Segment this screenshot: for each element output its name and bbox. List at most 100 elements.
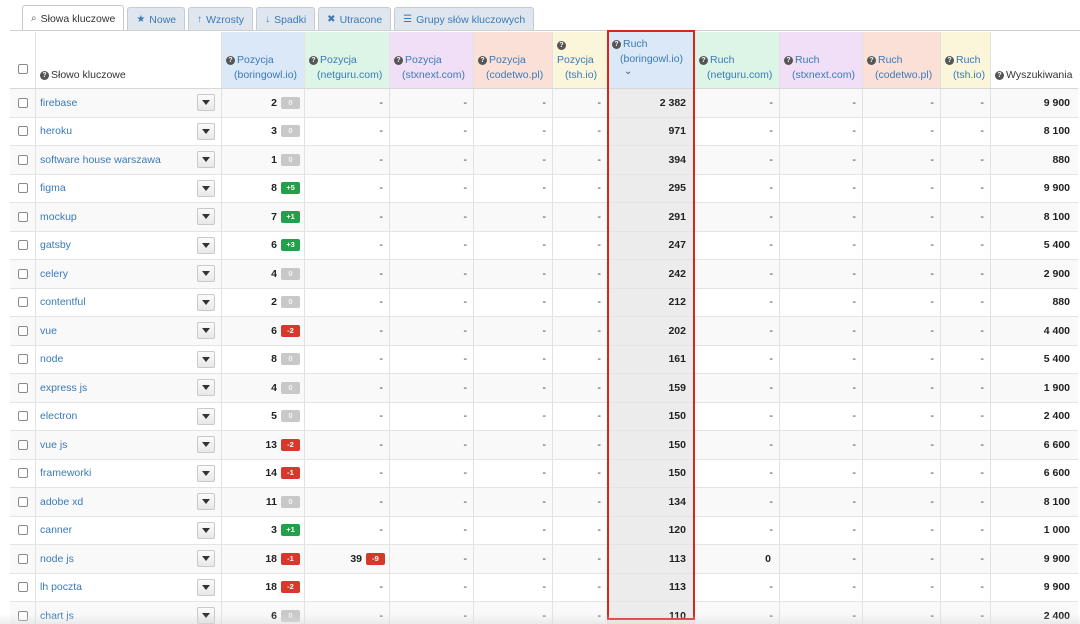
- select-all-checkbox[interactable]: [17, 64, 28, 74]
- header-searches[interactable]: ? Wyszukiwania: [990, 32, 1078, 88]
- chevron-down-icon[interactable]: [197, 122, 215, 140]
- header-pos-tsh[interactable]: ?Pozycja (tsh.io): [552, 32, 607, 88]
- chevron-down-icon[interactable]: [197, 436, 215, 453]
- table-row[interactable]: vue 6 -2 - - - - 202 - - - - 4 400: [10, 317, 1078, 346]
- chevron-down-icon[interactable]: [197, 322, 215, 339]
- keyword-link[interactable]: electron: [36, 410, 77, 422]
- header-pos-boringowl[interactable]: ? Pozycja (boringowl.io): [221, 32, 304, 88]
- chevron-down-icon[interactable]: [197, 179, 215, 197]
- chevron-down-icon[interactable]: [197, 350, 215, 368]
- keyword-link[interactable]: gatsby: [36, 239, 71, 251]
- tab-4[interactable]: ✖ Utracone: [318, 7, 392, 31]
- help-icon[interactable]: ?: [699, 56, 708, 65]
- help-icon[interactable]: ?: [612, 40, 621, 49]
- header-pos-stxnext[interactable]: ? Pozycja (stxnext.com): [389, 32, 473, 88]
- table-row[interactable]: node js 18 -1 39 -9 - - - 113 0 - - - 9 90…: [10, 545, 1078, 574]
- chevron-down-icon[interactable]: [197, 94, 215, 111]
- row-checkbox[interactable]: [17, 582, 28, 593]
- row-checkbox[interactable]: [17, 553, 28, 564]
- chevron-down-icon[interactable]: [197, 379, 215, 396]
- table-row[interactable]: software house warszawa 10 - - - - 394 -…: [10, 146, 1078, 175]
- keyword-link[interactable]: vue: [36, 325, 57, 337]
- keyword-link[interactable]: frameworki: [36, 467, 91, 479]
- chevron-down-icon[interactable]: [197, 578, 215, 596]
- table-row[interactable]: lh poczta 18 -2 - - - - 113 - - - - 9 900: [10, 573, 1078, 602]
- header-traffic-stxnext[interactable]: ? Ruch (stxnext.com): [779, 32, 862, 88]
- row-checkbox[interactable]: [17, 525, 28, 536]
- row-checkbox[interactable]: [17, 211, 28, 222]
- chevron-down-icon[interactable]: [197, 493, 215, 510]
- row-checkbox[interactable]: [17, 325, 28, 336]
- chevron-down-icon[interactable]: [197, 236, 215, 254]
- chevron-down-icon[interactable]: [197, 151, 215, 168]
- chevron-down-icon[interactable]: [197, 293, 215, 311]
- help-icon[interactable]: ?: [784, 56, 793, 65]
- keyword-link[interactable]: figma: [36, 182, 66, 194]
- table-row[interactable]: firebase 20 - - - - 2 382 - - - - 9 900: [10, 89, 1078, 118]
- help-icon[interactable]: ?: [478, 56, 487, 65]
- table-row[interactable]: heroku 30 - - - - 971 - - - - 8 100: [10, 117, 1078, 146]
- help-icon[interactable]: ?: [394, 56, 403, 65]
- row-checkbox[interactable]: [17, 354, 28, 365]
- row-checkbox[interactable]: [17, 183, 28, 194]
- chevron-down-icon[interactable]: [197, 521, 215, 539]
- chevron-down-icon[interactable]: [197, 208, 215, 225]
- keyword-link[interactable]: celery: [36, 268, 68, 280]
- table-row[interactable]: frameworki 14 -1 - - - - 150 - - - - 6 60…: [10, 459, 1078, 488]
- header-keyword[interactable]: ? Słowo kluczowe: [35, 32, 221, 88]
- help-icon[interactable]: ?: [557, 41, 566, 50]
- table-row[interactable]: chart js 60 - - - - 110 - - - - 2 400: [10, 602, 1078, 624]
- row-checkbox[interactable]: [17, 496, 28, 507]
- row-checkbox[interactable]: [17, 468, 28, 479]
- row-checkbox[interactable]: [17, 97, 28, 108]
- row-checkbox[interactable]: [17, 240, 28, 251]
- chevron-down-icon[interactable]: [197, 550, 215, 567]
- keyword-link[interactable]: node: [36, 353, 63, 365]
- header-traffic-boringowl[interactable]: ? Ruch (boringowl.io) ⌄: [607, 32, 694, 88]
- header-pos-codetwo[interactable]: ? Pozycja (codetwo.pl): [473, 32, 552, 88]
- help-icon[interactable]: ?: [40, 71, 49, 80]
- keyword-link[interactable]: software house warszawa: [36, 154, 161, 166]
- table-row[interactable]: contentful 20 - - - - 212 - - - - 880: [10, 288, 1078, 317]
- keyword-link[interactable]: mockup: [36, 211, 77, 223]
- keyword-link[interactable]: vue js: [36, 439, 67, 451]
- help-icon[interactable]: ?: [867, 56, 876, 65]
- help-icon[interactable]: ?: [226, 56, 235, 65]
- tab-2[interactable]: ↑ Wzrosty: [188, 7, 254, 31]
- keyword-link[interactable]: firebase: [36, 97, 77, 109]
- help-icon[interactable]: ?: [995, 71, 1004, 80]
- table-row[interactable]: node 80 - - - - 161 - - - - 5 400: [10, 345, 1078, 374]
- header-pos-netguru[interactable]: ? Pozycja (netguru.com): [304, 32, 389, 88]
- keyword-link[interactable]: lh poczta: [36, 581, 82, 593]
- help-icon[interactable]: ?: [945, 56, 954, 65]
- row-checkbox[interactable]: [17, 126, 28, 137]
- chevron-down-icon[interactable]: [197, 607, 215, 624]
- table-row[interactable]: express js 40 - - - - 159 - - - - 1 900: [10, 374, 1078, 403]
- header-traffic-netguru[interactable]: ? Ruch (netguru.com): [694, 32, 779, 88]
- chevron-down-icon[interactable]: [197, 407, 215, 425]
- table-row[interactable]: adobe xd 11 0 - - - - 134 - - - - 8 100: [10, 488, 1078, 517]
- row-checkbox[interactable]: [17, 382, 28, 393]
- table-row[interactable]: vue js 13 -2 - - - - 150 - - - - 6 600: [10, 431, 1078, 460]
- row-checkbox[interactable]: [17, 268, 28, 279]
- row-checkbox[interactable]: [17, 411, 28, 422]
- chevron-down-icon[interactable]: [197, 265, 215, 282]
- table-row[interactable]: gatsby 6 +3 - - - - 247 - - - - 5 400: [10, 231, 1078, 260]
- keyword-link[interactable]: canner: [36, 524, 72, 536]
- tab-3[interactable]: ↓ Spadki: [256, 7, 316, 31]
- help-icon[interactable]: ?: [309, 56, 318, 65]
- tab-5[interactable]: ☰ Grupy słów kluczowych: [394, 7, 535, 31]
- keyword-link[interactable]: chart js: [36, 610, 74, 622]
- header-traffic-codetwo[interactable]: ? Ruch (codetwo.pl): [862, 32, 940, 88]
- tab-0[interactable]: ⌕ Słowa kluczowe: [22, 5, 125, 31]
- keyword-link[interactable]: express js: [36, 382, 87, 394]
- keyword-link[interactable]: heroku: [36, 125, 72, 137]
- row-checkbox[interactable]: [17, 297, 28, 308]
- sort-desc-icon[interactable]: ⌄: [612, 67, 632, 77]
- table-row[interactable]: figma 8 +5 - - - - 295 - - - - 9 900: [10, 174, 1078, 203]
- table-row[interactable]: electron 50 - - - - 150 - - - - 2 400: [10, 402, 1078, 431]
- chevron-down-icon[interactable]: [197, 464, 215, 482]
- header-traffic-tsh[interactable]: ? Ruch (tsh.io): [940, 32, 990, 88]
- keyword-link[interactable]: node js: [36, 553, 74, 565]
- table-row[interactable]: mockup 7 +1 - - - - 291 - - - - 8 100: [10, 203, 1078, 232]
